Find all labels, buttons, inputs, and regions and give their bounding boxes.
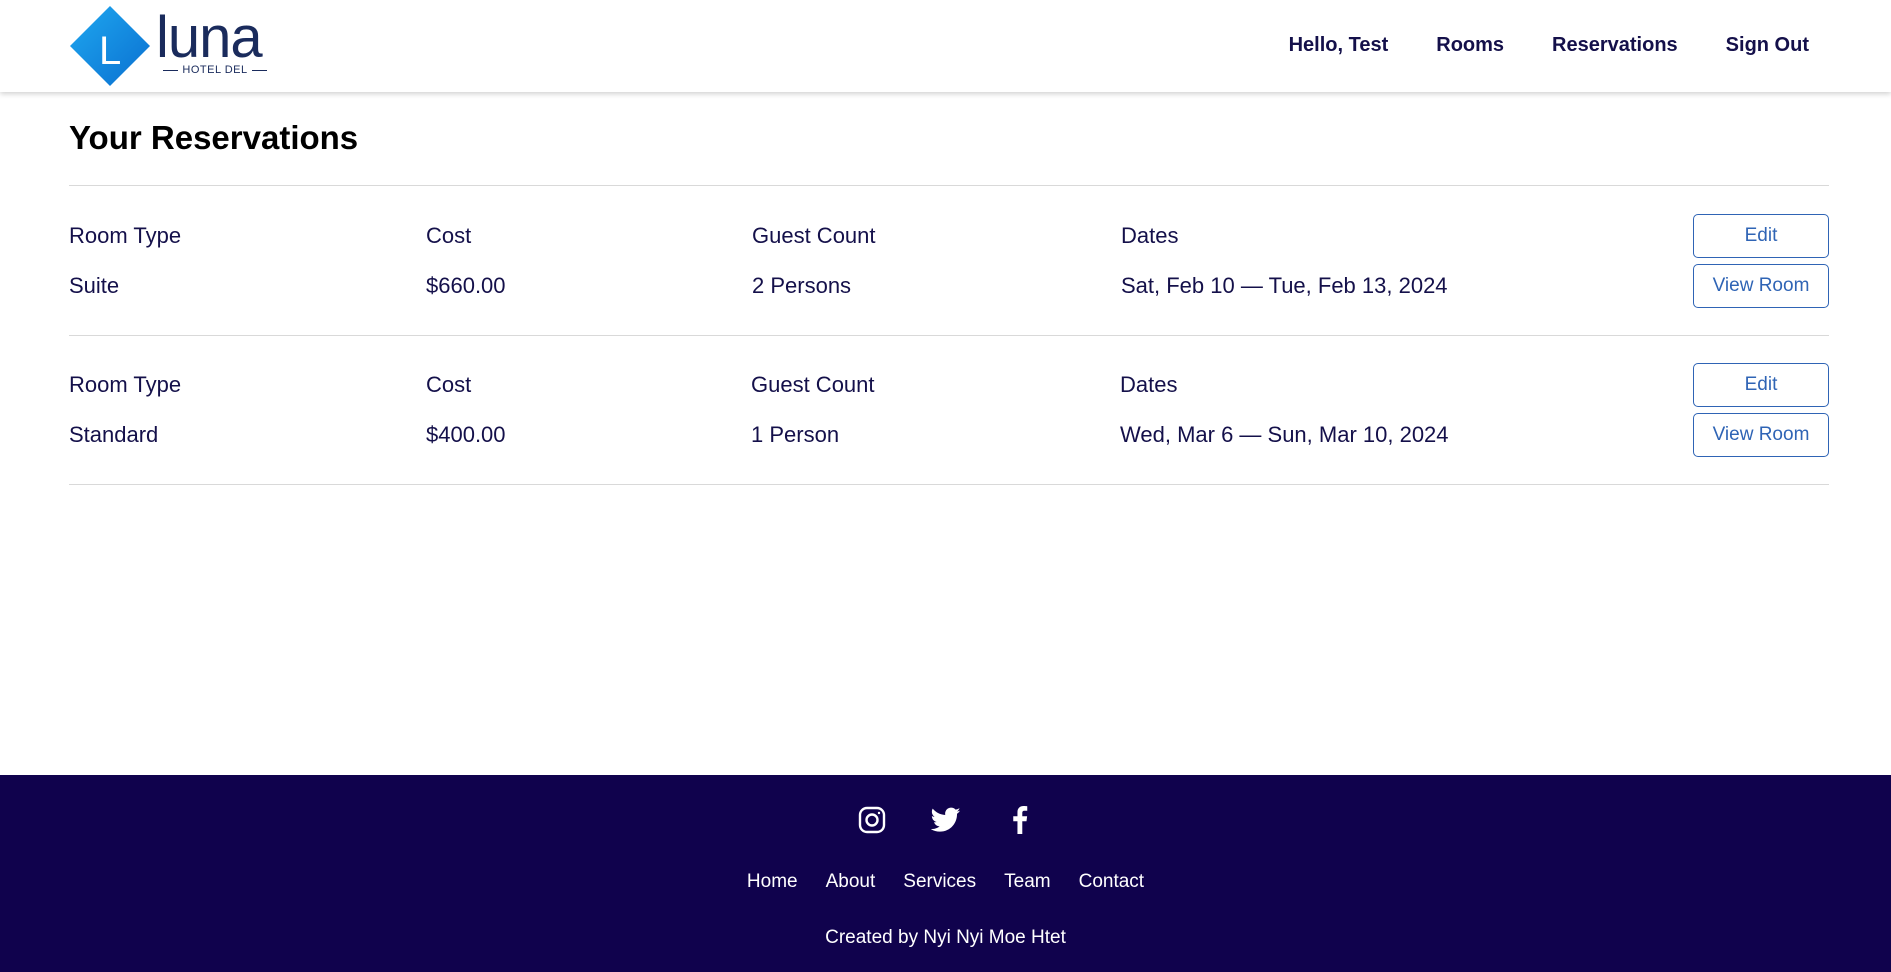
guest-count-value: 1 Person	[751, 422, 840, 447]
site-header: L luna HOTEL DEL Hello, Test Rooms Reser…	[0, 0, 1891, 92]
reservation-card: Room Type Cost Guest Count Dates Standar…	[69, 361, 1829, 461]
guest-count-label: Guest Count	[751, 372, 875, 397]
page-title: Your Reservations	[69, 119, 359, 156]
facebook-icon[interactable]	[1005, 805, 1035, 835]
footer-link-home[interactable]: Home	[747, 870, 798, 894]
divider	[69, 484, 1829, 485]
social-links	[0, 805, 1891, 835]
room-type-label: Room Type	[69, 223, 182, 248]
svg-text:L: L	[99, 29, 121, 73]
main-nav: Hello, Test Rooms Reservations Sign Out	[1289, 32, 1809, 58]
nav-sign-out[interactable]: Sign Out	[1726, 32, 1809, 58]
divider	[69, 185, 1829, 186]
nav-rooms[interactable]: Rooms	[1436, 32, 1504, 58]
room-type-label: Room Type	[69, 372, 182, 397]
guest-count-label: Guest Count	[752, 223, 876, 248]
footer-link-about[interactable]: About	[826, 870, 876, 894]
dates-value: Sat, Feb 10 — Tue, Feb 13, 2024	[1121, 273, 1448, 298]
logo-subtitle: HOTEL DEL	[163, 64, 268, 76]
footer-credit: Created by Nyi Nyi Moe Htet	[825, 927, 1066, 948]
room-type-value: Standard	[69, 422, 159, 447]
nav-reservations[interactable]: Reservations	[1552, 32, 1678, 58]
logo-diamond-icon: L	[70, 6, 150, 86]
dates-label: Dates	[1120, 372, 1178, 397]
nav-greeting[interactable]: Hello, Test	[1289, 32, 1389, 58]
site-footer: Home About Services Team Contact Created…	[0, 775, 1891, 972]
footer-link-team[interactable]: Team	[1004, 870, 1050, 894]
view-room-button[interactable]: View Room	[1693, 413, 1829, 457]
cost-value: $400.00	[426, 422, 506, 447]
twitter-icon[interactable]	[930, 805, 961, 835]
dates-value: Wed, Mar 6 — Sun, Mar 10, 2024	[1120, 422, 1449, 447]
edit-button[interactable]: Edit	[1693, 214, 1829, 258]
logo-wordmark: luna	[156, 5, 263, 70]
cost-label: Cost	[426, 223, 472, 248]
reservation-card: Room Type Cost Guest Count Dates Suite $…	[69, 212, 1829, 312]
instagram-icon[interactable]	[857, 805, 887, 835]
footer-link-services[interactable]: Services	[903, 870, 976, 894]
view-room-button[interactable]: View Room	[1693, 264, 1829, 308]
room-type-value: Suite	[69, 273, 120, 298]
footer-link-contact[interactable]: Contact	[1079, 870, 1144, 894]
edit-button[interactable]: Edit	[1693, 363, 1829, 407]
divider	[69, 335, 1829, 336]
cost-label: Cost	[426, 372, 472, 397]
guest-count-value: 2 Persons	[752, 273, 852, 298]
cost-value: $660.00	[426, 273, 506, 298]
luna-hotel-logo[interactable]: L luna HOTEL DEL	[68, 4, 273, 88]
footer-nav: Home About Services Team Contact	[0, 870, 1891, 894]
dates-label: Dates	[1121, 223, 1179, 248]
